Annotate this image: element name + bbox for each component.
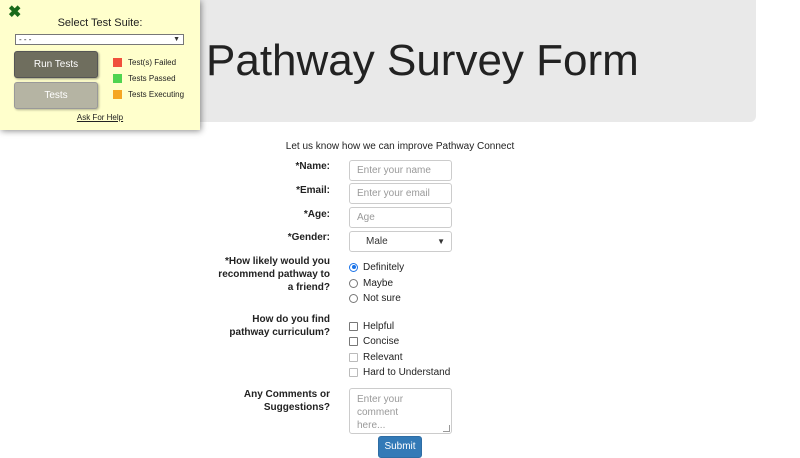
ask-for-help-link[interactable]: Ask For Help (0, 113, 200, 122)
recommend-label: *How likely would you recommend pathway … (218, 255, 330, 294)
gender-label: *Gender: (287, 232, 330, 243)
recommend-option-maybe[interactable]: Maybe (349, 277, 393, 289)
legend-label: Tests Executing (128, 89, 185, 99)
curriculum-label-line2: pathway curriculum? (229, 327, 330, 338)
curriculum-option-label: Concise (363, 335, 400, 347)
gender-value: Male (366, 236, 388, 247)
comments-label: Any Comments or Suggestions? (244, 388, 330, 414)
passed-swatch-icon (113, 73, 122, 83)
test-suite-title: Select Test Suite: (57, 17, 143, 29)
curriculum-option-helpful[interactable]: Helpful (349, 320, 394, 332)
name-input[interactable]: Enter your name (349, 160, 452, 181)
resize-handle-icon[interactable] (443, 425, 450, 432)
checkbox[interactable] (349, 321, 358, 331)
curriculum-option-relevant[interactable]: Relevant (349, 351, 402, 363)
curriculum-label: How do you find pathway curriculum? (229, 313, 330, 339)
test-panel: ✖ Select Test Suite: - - - ▼ Run Tests T… (0, 0, 200, 130)
checkbox[interactable] (349, 336, 358, 346)
email-input[interactable]: Enter your email (349, 183, 452, 204)
curriculum-option-label: Relevant (363, 351, 403, 363)
recommend-option-definitely[interactable]: Definitely (349, 261, 404, 273)
recommend-label-line2: recommend pathway to (218, 269, 330, 280)
checkbox[interactable] (349, 352, 358, 362)
curriculum-option-label: Helpful (363, 320, 395, 332)
email-placeholder: Enter your email (357, 188, 430, 199)
legend-executing: Tests Executing (113, 89, 184, 99)
test-suite-value: - - - (19, 35, 32, 44)
test-suite-select[interactable]: - - - ▼ (15, 34, 184, 45)
recommend-option-not-sure[interactable]: Not sure (349, 292, 401, 304)
run-tests-button[interactable]: Run Tests (14, 51, 98, 78)
curriculum-label-line1: How do you find (252, 314, 330, 325)
recommend-option-label: Maybe (363, 277, 394, 289)
radio-button[interactable] (349, 262, 358, 272)
chevron-down-icon: ▼ (173, 36, 180, 43)
legend-passed: Tests Passed (113, 73, 176, 83)
recommend-option-label: Not sure (363, 292, 401, 304)
gender-select[interactable]: Male ▼ (349, 231, 452, 252)
page-title: Pathway Survey Form (206, 36, 639, 85)
recommend-label-line3: a friend? (287, 282, 330, 293)
radio-button[interactable] (349, 293, 358, 303)
tests-button[interactable]: Tests (14, 82, 98, 109)
submit-button[interactable]: Submit (378, 436, 422, 458)
recommend-option-label: Definitely (363, 261, 405, 273)
curriculum-option-label: Hard to Understand (363, 366, 451, 378)
failed-swatch-icon (113, 57, 122, 67)
legend-failed: Test(s) Failed (113, 57, 176, 67)
curriculum-option-hard[interactable]: Hard to Understand (349, 366, 450, 378)
comments-label-line1: Any Comments or (243, 389, 330, 400)
email-label: *Email: (296, 185, 330, 196)
age-input[interactable]: Age (349, 207, 452, 228)
intro-text: Let us know how we can improve Pathway C… (285, 141, 515, 152)
comments-placeholder-line2: here... (357, 420, 386, 431)
recommend-label-line1: *How likely would you (224, 256, 330, 267)
comments-label-line2: Suggestions? (263, 402, 330, 413)
comments-textarea[interactable]: Enter your comment here... (349, 388, 452, 434)
legend-label: Tests Passed (128, 73, 176, 83)
executing-swatch-icon (113, 89, 122, 99)
name-placeholder: Enter your name (357, 165, 431, 176)
name-label: *Name: (295, 161, 330, 172)
curriculum-option-concise[interactable]: Concise (349, 335, 399, 347)
age-placeholder: Age (357, 212, 375, 223)
radio-button[interactable] (349, 278, 358, 288)
comments-placeholder-line1: Enter your comment (357, 394, 404, 418)
legend-label: Test(s) Failed (128, 57, 177, 67)
age-label: *Age: (303, 209, 330, 220)
checkbox[interactable] (349, 367, 358, 377)
chevron-down-icon: ▼ (437, 237, 445, 246)
